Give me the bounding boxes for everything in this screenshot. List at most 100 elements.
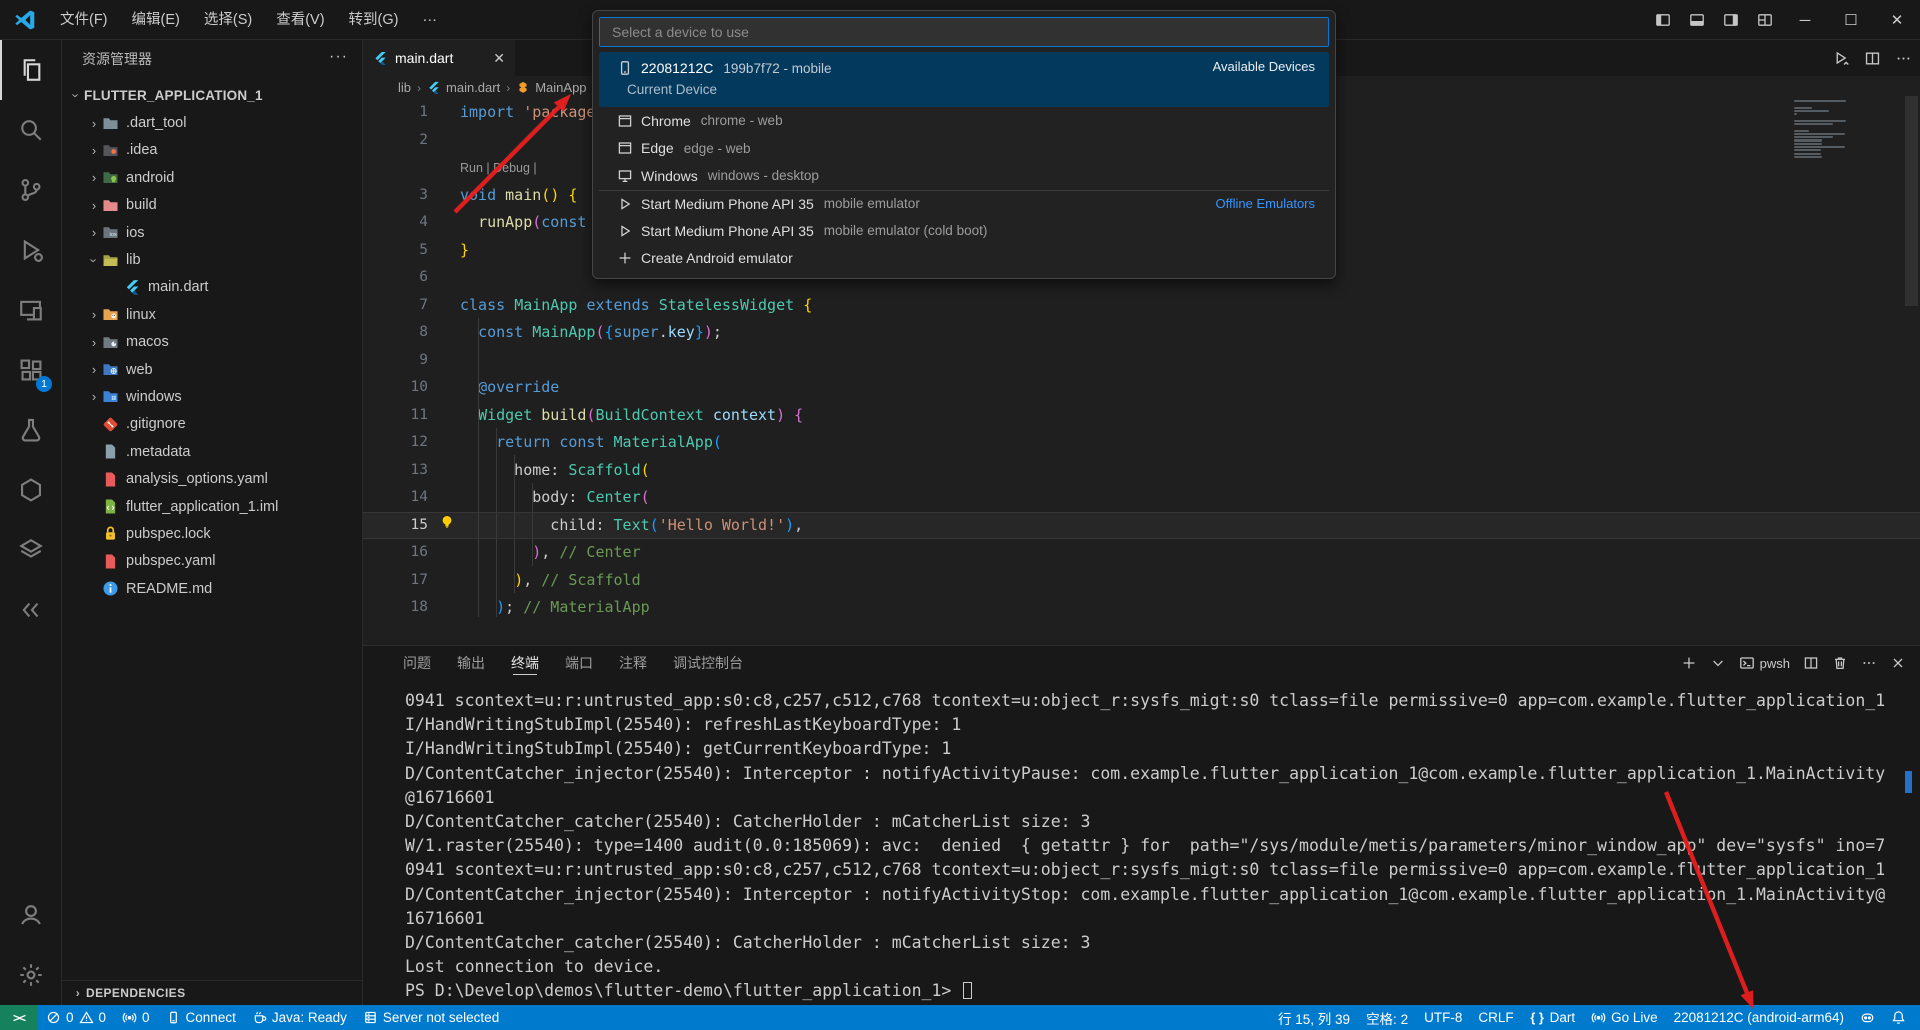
panel-tab-5[interactable]: 调试控制台 — [673, 646, 743, 680]
server-status-status[interactable]: Server not selected — [355, 1005, 507, 1030]
menu-item-2[interactable]: 选择(S) — [192, 6, 264, 34]
tree-item-analysis-options-yaml[interactable]: analysis_options.yaml — [62, 465, 362, 492]
minimap[interactable] — [1794, 100, 1848, 159]
customize-layout-icon[interactable] — [1748, 5, 1782, 35]
tree-item-macos[interactable]: ›macos — [62, 329, 362, 356]
quick-pick-input-field[interactable] — [610, 23, 1318, 41]
quick-pick-item-0[interactable]: 22081212C199b7f72 - mobileCurrent Device… — [599, 52, 1329, 107]
tree-item--idea[interactable]: ›.idea — [62, 137, 362, 164]
lightbulb-icon[interactable] — [439, 512, 455, 528]
quick-pick-input[interactable] — [599, 17, 1329, 47]
breadcrumb-item-lib[interactable]: lib — [398, 80, 411, 95]
menu-item-5[interactable]: ··· — [410, 6, 449, 34]
quick-pick-item-5[interactable]: Start Medium Phone API 35mobile emulator… — [599, 217, 1329, 245]
code-line-16[interactable]: 16 ), // Center — [363, 539, 1920, 567]
breadcrumb-item-mainapp[interactable]: MainApp — [535, 80, 586, 95]
source-control-icon[interactable] — [0, 160, 62, 220]
tree-item-pubspec-lock[interactable]: pubspec.lock — [62, 520, 362, 547]
code-line-18[interactable]: 18 ); // MaterialApp — [363, 594, 1920, 622]
remote-indicator[interactable]: >< — [0, 1005, 38, 1030]
quick-pick-item-2[interactable]: Edgeedge - web — [599, 135, 1329, 163]
terminal-prompt[interactable]: PS D:\Develop\demos\flutter-demo\flutter… — [405, 979, 1910, 1003]
hexagon-icon[interactable] — [0, 460, 62, 520]
device-status[interactable]: 22081212C (android-arm64) — [1666, 1005, 1852, 1030]
code-line-7[interactable]: 7class MainApp extends StatelessWidget { — [363, 292, 1920, 320]
indentation-status[interactable]: 空格: 2 — [1358, 1005, 1416, 1030]
editor-scrollbar[interactable] — [1905, 96, 1918, 306]
toggle-secondary-sidebar-icon[interactable] — [1714, 5, 1748, 35]
tree-item--dart-tool[interactable]: ›.dart_tool — [62, 109, 362, 136]
new-terminal-button[interactable] — [1681, 655, 1697, 671]
menu-item-1[interactable]: 编辑(E) — [120, 6, 192, 34]
tree-item--metadata[interactable]: .metadata — [62, 438, 362, 465]
double-chevron-icon[interactable] — [0, 580, 62, 640]
kill-terminal-button[interactable] — [1832, 655, 1848, 671]
panel-tab-4[interactable]: 注释 — [619, 646, 647, 680]
quick-pick-item-1[interactable]: Chromechrome - web — [599, 107, 1329, 135]
panel-tab-1[interactable]: 输出 — [457, 646, 485, 680]
tree-item-pubspec-yaml[interactable]: pubspec.yaml — [62, 548, 362, 575]
tree-item-build[interactable]: ›build — [62, 192, 362, 219]
run-debug-icon[interactable] — [0, 220, 62, 280]
terminal-shell-pwsh[interactable]: pwsh — [1739, 655, 1790, 671]
tree-root[interactable]: ›FLUTTER_APPLICATION_1 — [62, 82, 362, 109]
tree-item-flutter-application-1-iml[interactable]: flutter_application_1.iml — [62, 493, 362, 520]
java-status-status[interactable]: Java: Ready — [244, 1005, 355, 1030]
tab-main-dart[interactable]: main.dart ✕ — [363, 40, 515, 76]
terminal-profile-dropdown[interactable] — [1710, 655, 1726, 671]
tree-item-lib[interactable]: ›lib — [62, 246, 362, 273]
explorer-icon[interactable] — [0, 40, 62, 100]
code-line-10[interactable]: 10 @override — [363, 374, 1920, 402]
connect-status[interactable]: Connect — [158, 1005, 244, 1030]
copilot-status[interactable] — [1852, 1005, 1883, 1030]
panel-tab-0[interactable]: 问题 — [403, 646, 431, 680]
explorer-more-actions-icon[interactable]: ··· — [329, 48, 348, 66]
tree-item-ios[interactable]: ›iosios — [62, 219, 362, 246]
split-editor-button[interactable] — [1864, 50, 1881, 67]
close-panel-button[interactable] — [1890, 655, 1906, 671]
account-icon[interactable] — [0, 885, 62, 945]
quick-pick-item-4[interactable]: Start Medium Phone API 35mobile emulator… — [599, 190, 1329, 218]
tree-item--gitignore[interactable]: .gitignore — [62, 411, 362, 438]
problems-status[interactable]: 00 — [38, 1005, 114, 1030]
code-line-9[interactable]: 9 — [363, 347, 1920, 375]
language-mode-status[interactable]: { }Dart — [1522, 1005, 1584, 1030]
panel-tab-2[interactable]: 终端 — [511, 646, 539, 680]
settings-icon[interactable] — [0, 945, 62, 1005]
close-button[interactable]: ✕ — [1874, 0, 1920, 40]
notifications-status[interactable] — [1883, 1005, 1914, 1030]
tree-item-linux[interactable]: ›linux — [62, 301, 362, 328]
terminal[interactable]: 0941 scontext=u:r:untrusted_app:s0:c8,c2… — [405, 689, 1910, 1003]
code-line-15[interactable]: 15 child: Text('Hello World!'), — [363, 512, 1920, 540]
code-line-8[interactable]: 8 const MainApp({super.key}); — [363, 319, 1920, 347]
quick-pick-item-3[interactable]: Windowswindows - desktop — [599, 162, 1329, 190]
tree-item-web[interactable]: ›web — [62, 356, 362, 383]
breadcrumb-item-main.dart[interactable]: main.dart — [446, 80, 500, 95]
run-button[interactable] — [1833, 50, 1850, 67]
code-line-17[interactable]: 17 ), // Scaffold — [363, 567, 1920, 595]
cursor-position-status[interactable]: 行 15, 列 39 — [1270, 1005, 1358, 1030]
maximize-button[interactable]: ☐ — [1828, 0, 1874, 40]
dependencies-section[interactable]: › DEPENDENCIES — [62, 980, 362, 1005]
close-tab-icon[interactable]: ✕ — [493, 50, 505, 67]
toggle-sidebar-icon[interactable] — [1646, 5, 1680, 35]
more-actions-button[interactable] — [1895, 50, 1912, 67]
code-line-12[interactable]: 12 return const MaterialApp( — [363, 429, 1920, 457]
code-line-13[interactable]: 13 home: Scaffold( — [363, 457, 1920, 485]
tree-item-main-dart[interactable]: main.dart — [62, 274, 362, 301]
panel-tab-3[interactable]: 端口 — [565, 646, 593, 680]
code-line-14[interactable]: 14 body: Center( — [363, 484, 1920, 512]
encoding-status[interactable]: UTF-8 — [1416, 1005, 1470, 1030]
menu-item-3[interactable]: 查看(V) — [264, 6, 336, 34]
menu-item-0[interactable]: 文件(F) — [48, 6, 120, 34]
remote-explorer-icon[interactable] — [0, 280, 62, 340]
ports-status[interactable]: 0 — [114, 1005, 158, 1030]
eol-status[interactable]: CRLF — [1470, 1005, 1521, 1030]
tree-item-windows[interactable]: ›windows — [62, 383, 362, 410]
layers-icon[interactable] — [0, 520, 62, 580]
code-line-11[interactable]: 11 Widget build(BuildContext context) { — [363, 402, 1920, 430]
panel-more-actions-button[interactable] — [1861, 655, 1877, 671]
split-terminal-button[interactable] — [1803, 655, 1819, 671]
quick-pick-item-6[interactable]: Create Android emulator — [599, 245, 1329, 273]
menu-item-4[interactable]: 转到(G) — [337, 6, 411, 34]
